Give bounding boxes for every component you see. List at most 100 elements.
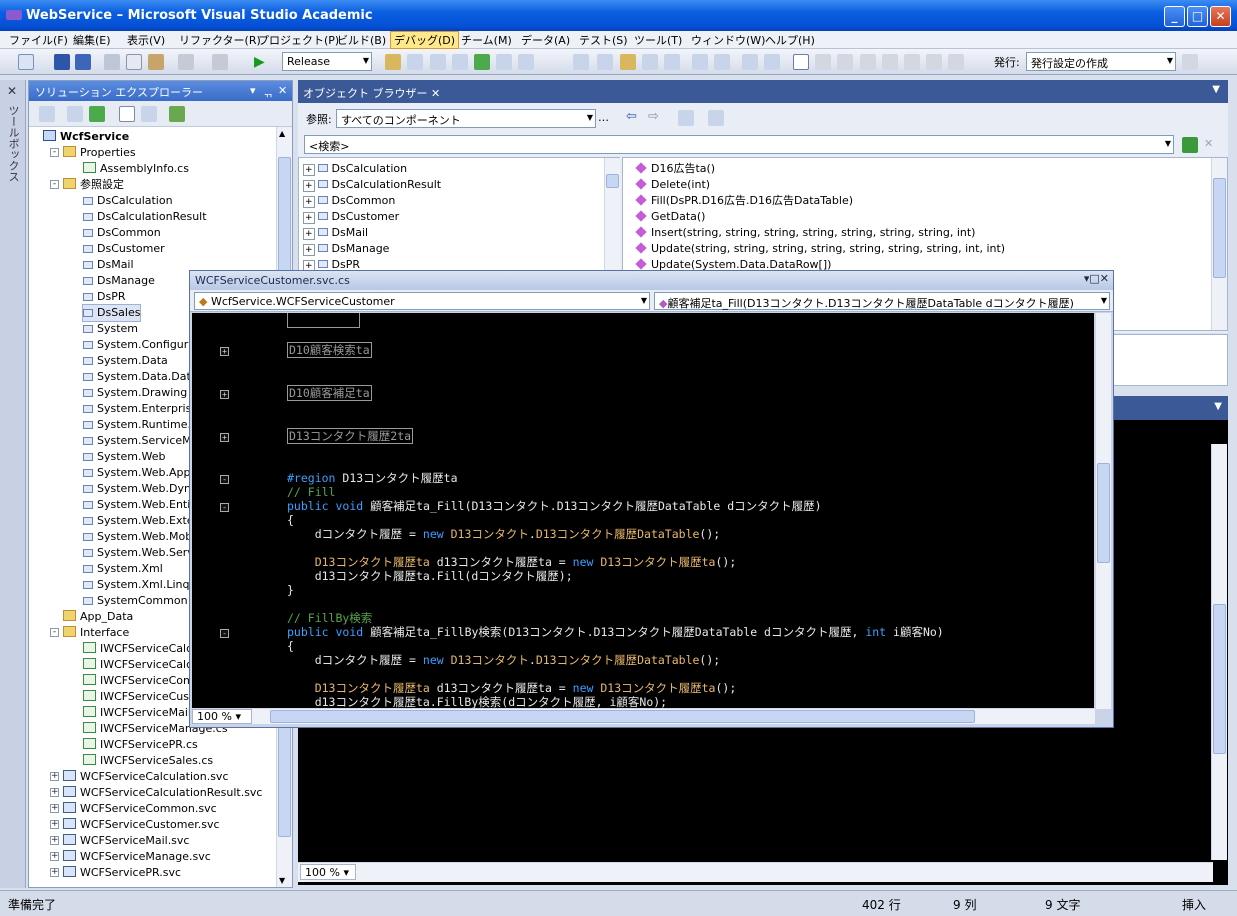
collapse-icon[interactable]: - [220, 503, 229, 512]
uncomment-icon[interactable] [642, 54, 658, 70]
view-code-icon[interactable] [119, 106, 135, 122]
tree-item[interactable]: System.Drawing [83, 385, 187, 401]
indent-icon[interactable] [573, 54, 589, 70]
menu-build[interactable]: ビルド(B) [334, 32, 389, 48]
menu-window[interactable]: ウィンドウ(W) [688, 32, 768, 48]
editor-title-bar[interactable]: WCFServiceCustomer.svc.cs ▾□✕ [190, 271, 1113, 290]
collapse-icon[interactable]: - [220, 475, 229, 484]
ellipsis-icon[interactable]: … [598, 111, 610, 127]
start-page-icon[interactable] [496, 54, 512, 70]
editor-vscroll[interactable] [1095, 313, 1111, 709]
object-tree-item[interactable]: + DsCustomer [303, 209, 399, 225]
start-debug-icon[interactable]: ▶ [254, 54, 270, 70]
window-controls-icon[interactable]: ▾□✕ [1084, 272, 1109, 285]
expand-icon[interactable]: + [50, 836, 59, 845]
tree-item[interactable]: WCFServiceManage.svc [63, 849, 211, 865]
configuration-select[interactable]: Release ▼ [282, 52, 372, 71]
object-tree-item[interactable]: + DsCalculationResult [303, 177, 441, 193]
lower-vscroll[interactable] [1211, 444, 1227, 860]
outdent-icon[interactable] [597, 54, 613, 70]
tree-item[interactable]: DsMail [83, 257, 134, 273]
member-item[interactable]: Update(string, string, string, string, s… [633, 241, 1005, 257]
tab-object-browser[interactable]: オブジェクト ブラウザー ✕ [298, 82, 446, 103]
redo-icon[interactable] [212, 54, 228, 70]
tree-item[interactable]: System.Data [83, 353, 168, 369]
scroll-thumb[interactable] [1213, 178, 1226, 278]
tree-item[interactable]: DsPR [83, 289, 125, 305]
close-icon[interactable]: ✕ [278, 84, 287, 97]
toolbox-strip[interactable]: ✕ ツールボックス [0, 80, 26, 888]
expand-icon[interactable]: + [303, 164, 315, 176]
menu-data[interactable]: データ(A) [518, 32, 573, 48]
pin-icon[interactable]: ᆩ [263, 84, 273, 100]
tree-item[interactable]: AssemblyInfo.cs [83, 161, 189, 177]
menu-view[interactable]: 表示(V) [124, 32, 168, 48]
expand-icon[interactable]: + [303, 212, 315, 224]
comment-bubble-icon[interactable] [926, 54, 942, 70]
search-go-icon[interactable] [1182, 137, 1198, 153]
object-tree-item[interactable]: + DsCommon [303, 193, 395, 209]
chevron-down-icon[interactable]: ▼ [1214, 401, 1222, 412]
editor-zoom[interactable]: 100 % ▾ [192, 709, 252, 724]
undo-icon[interactable] [178, 54, 194, 70]
tree-item[interactable]: System.Web.Mobile [83, 529, 205, 545]
bookmark-icon[interactable] [664, 54, 680, 70]
scroll-down-icon[interactable]: ▼ [279, 876, 285, 885]
expand-icon[interactable]: + [50, 868, 59, 877]
tree-item[interactable]: System.Xml.Linq [83, 577, 189, 593]
member-item[interactable]: D16広告ta() [633, 161, 715, 177]
tree-item[interactable]: DsCalculation [83, 193, 173, 209]
window-icon[interactable] [793, 54, 809, 70]
extension-manager-icon[interactable] [518, 54, 534, 70]
expand-icon[interactable]: + [50, 804, 59, 813]
scroll-up-icon[interactable]: ▲ [279, 129, 285, 138]
menu-test[interactable]: テスト(S) [576, 32, 631, 48]
menu-help[interactable]: ヘルプ(H) [762, 32, 818, 48]
menu-debug[interactable]: デバッグ(D) [390, 31, 460, 49]
comment-bubble-icon[interactable] [815, 54, 831, 70]
find-in-files-icon[interactable] [385, 54, 401, 70]
expand-icon[interactable]: + [50, 788, 59, 797]
expand-icon[interactable]: + [50, 772, 59, 781]
menu-tools[interactable]: ツール(T) [631, 32, 685, 48]
cut-icon[interactable] [104, 54, 120, 70]
object-browser-icon[interactable] [452, 54, 468, 70]
tree-item[interactable]: 参照設定 [63, 177, 124, 193]
copy-web-site-icon[interactable] [169, 106, 185, 122]
toolbox-icon[interactable] [474, 54, 490, 70]
align-right-icon[interactable] [714, 54, 730, 70]
minimize-button[interactable]: _ [1164, 6, 1185, 27]
tree-item[interactable]: System.Web [83, 449, 166, 465]
pin-icon[interactable]: ✕ [7, 84, 17, 98]
collapse-icon[interactable]: - [220, 629, 229, 638]
menu-project[interactable]: プロジェクト(P) [255, 32, 342, 48]
member-item[interactable]: GetData() [633, 209, 705, 225]
tree-item[interactable]: WCFServiceCommon.svc [63, 801, 217, 817]
class-select[interactable]: ◆ WcfService.WCFServiceCustomer ▼ [194, 292, 650, 310]
publish-select[interactable]: 発行設定の作成 ▼ [1026, 52, 1176, 71]
scroll-thumb[interactable] [1097, 463, 1110, 563]
menu-refactor[interactable]: リファクター(R) [176, 32, 264, 48]
tree-item[interactable]: System [83, 321, 138, 337]
clear-search-icon[interactable]: ✕ [1204, 137, 1220, 153]
publish-icon[interactable] [1182, 54, 1198, 70]
scroll-thumb[interactable] [606, 174, 619, 188]
back-icon[interactable]: ⇦ [626, 110, 642, 126]
editor-hscroll[interactable]: 100 % ▾ [192, 708, 1095, 724]
tree-item[interactable]: IWCFServiceMail.cs [83, 705, 206, 721]
settings-icon[interactable] [708, 110, 724, 126]
comment-bubble-icon[interactable] [837, 54, 853, 70]
show-all-files-icon[interactable] [39, 106, 55, 122]
chevron-down-icon[interactable]: ▼ [1212, 84, 1220, 95]
expand-icon[interactable]: + [50, 820, 59, 829]
tree-item[interactable]: IWCFServiceSales.cs [83, 753, 213, 769]
expand-icon[interactable]: + [303, 228, 315, 240]
tree-item[interactable]: WCFServicePR.svc [63, 865, 181, 881]
member-item[interactable]: Fill(DsPR.D16広告.D16広告DataTable) [633, 193, 853, 209]
close-icon[interactable]: ✕ [431, 87, 440, 100]
collapse-icon[interactable]: - [50, 180, 59, 189]
menu-team[interactable]: チーム(M) [458, 32, 515, 48]
add-reference-icon[interactable] [678, 110, 694, 126]
expand-icon[interactable]: + [220, 433, 229, 442]
align-left-icon[interactable] [692, 54, 708, 70]
